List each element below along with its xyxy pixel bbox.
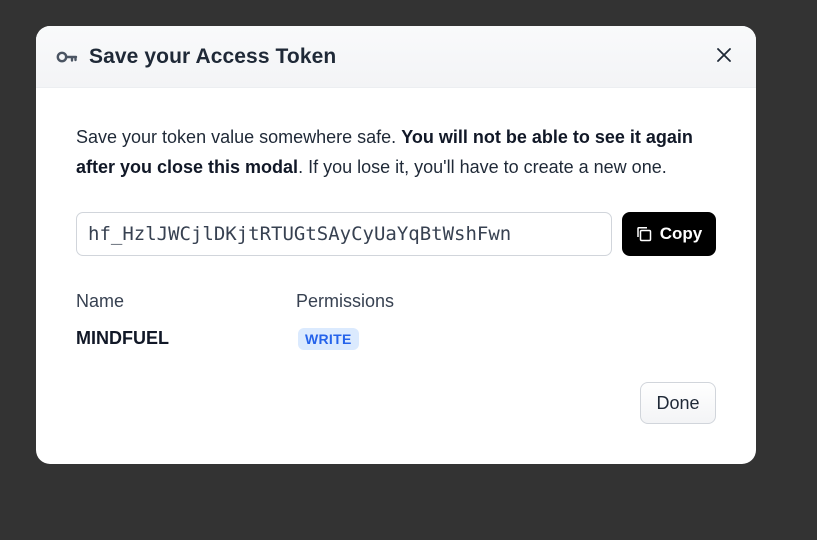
key-icon — [56, 46, 78, 68]
permissions-cell: WRITE — [296, 328, 716, 350]
permission-badge: WRITE — [298, 328, 359, 350]
token-details: Name Permissions MINDFUEL WRITE — [76, 291, 716, 350]
copy-icon — [636, 226, 652, 242]
warning-part-1: Save your token value somewhere safe. — [76, 127, 402, 147]
warning-part-2: . If you lose it, you'll have to create … — [298, 157, 667, 177]
close-button[interactable] — [714, 47, 734, 67]
token-name: MINDFUEL — [76, 328, 169, 348]
permissions-label: Permissions — [296, 291, 395, 311]
token-warning-text: Save your token value somewhere safe. Yo… — [76, 122, 716, 182]
copy-button-label: Copy — [659, 224, 703, 243]
token-row: Copy — [76, 212, 716, 256]
close-icon — [717, 47, 731, 67]
done-button[interactable]: Done — [640, 382, 716, 424]
token-value-field[interactable] — [76, 212, 612, 256]
name-label: Name — [76, 291, 125, 311]
access-token-modal: Save your Access Token Save your token v… — [36, 26, 756, 464]
modal-header: Save your Access Token — [36, 26, 756, 88]
modal-body: Save your token value somewhere safe. Yo… — [36, 88, 756, 350]
copy-button[interactable]: Copy — [622, 212, 716, 256]
modal-title: Save your Access Token — [89, 44, 337, 68]
